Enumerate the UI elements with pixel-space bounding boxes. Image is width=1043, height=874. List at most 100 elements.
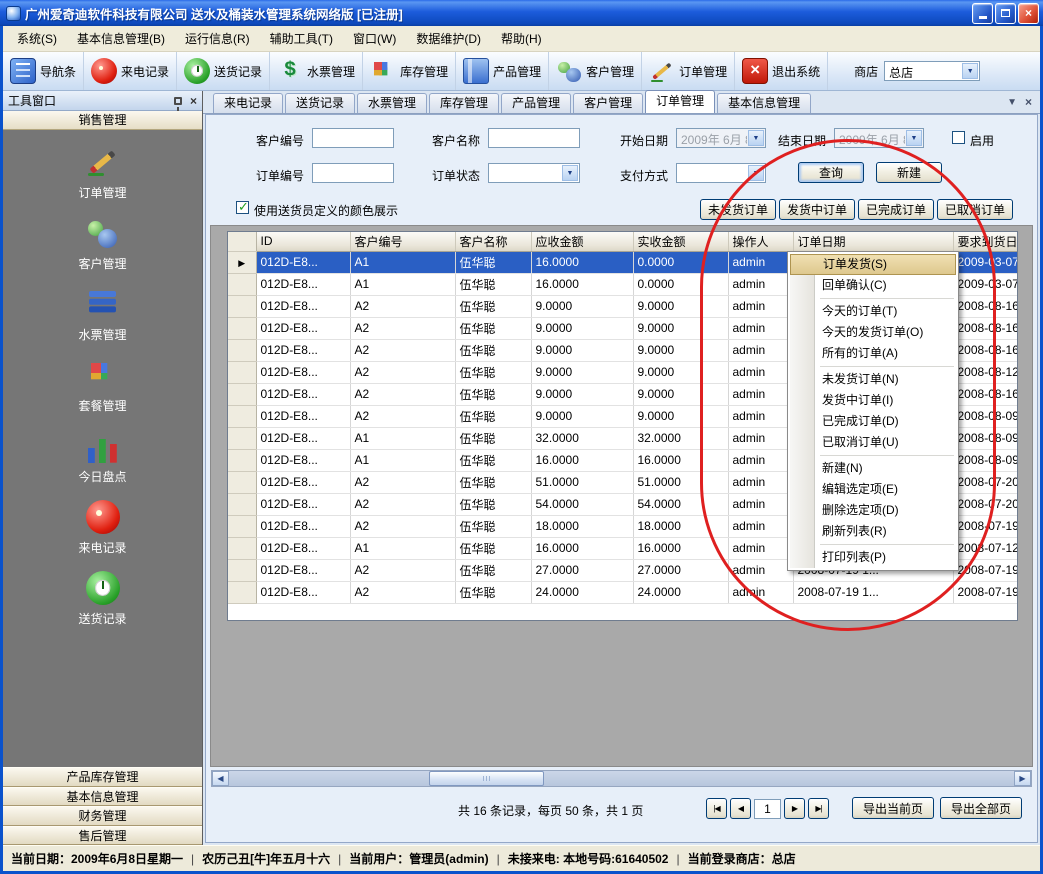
row-selector[interactable] xyxy=(228,339,256,361)
row-selector[interactable] xyxy=(228,251,256,273)
menu-item[interactable]: 窗口(W) xyxy=(343,26,406,51)
table-row[interactable]: 012D-E8... A2 伍华聪 24.0000 24.0000 admin … xyxy=(228,581,1018,603)
toolbar-button[interactable]: 水票管理 xyxy=(270,52,363,90)
context-menu-item[interactable]: 所有的订单(A) xyxy=(790,343,956,364)
sales-section-header[interactable]: 销售管理 xyxy=(3,111,202,130)
export-all-button[interactable]: 导出全部页 xyxy=(940,797,1022,819)
row-selector[interactable] xyxy=(228,493,256,515)
status-filter-button[interactable]: 未发货订单 xyxy=(700,199,776,220)
row-selector[interactable] xyxy=(228,427,256,449)
menu-item[interactable]: 基本信息管理(B) xyxy=(67,26,175,51)
scroll-right-button[interactable]: ▶ xyxy=(1014,771,1031,786)
sidebar-item[interactable]: 订单管理 xyxy=(3,145,202,201)
tab[interactable]: 基本信息管理 xyxy=(717,93,811,113)
context-menu-item[interactable]: 今天的发货订单(O) xyxy=(790,322,956,343)
start-date-picker[interactable]: 2009年 6月 8日 ▼ xyxy=(676,128,766,148)
sidebar-item[interactable]: 来电记录 xyxy=(3,500,202,556)
export-current-button[interactable]: 导出当前页 xyxy=(852,797,934,819)
status-filter-button[interactable]: 发货中订单 xyxy=(779,199,855,220)
context-menu-item[interactable]: 发货中订单(I) xyxy=(790,390,956,411)
column-header[interactable]: 应收金额 xyxy=(531,232,633,251)
tab[interactable]: 水票管理 xyxy=(357,93,427,113)
status-filter-button[interactable]: 已取消订单 xyxy=(937,199,1013,220)
column-header[interactable]: 客户名称 xyxy=(455,232,531,251)
row-selector[interactable] xyxy=(228,361,256,383)
sidebar-item[interactable]: 套餐管理 xyxy=(3,358,202,414)
column-header[interactable]: ID xyxy=(256,232,350,251)
last-page-button[interactable]: ▶| xyxy=(808,798,829,819)
store-select[interactable]: 总店 ▼ xyxy=(884,61,980,81)
row-selector[interactable] xyxy=(228,471,256,493)
menu-item[interactable]: 帮助(H) xyxy=(491,26,552,51)
tab[interactable]: 送货记录 xyxy=(285,93,355,113)
tab[interactable]: 产品管理 xyxy=(501,93,571,113)
context-menu-item[interactable]: 新建(N) xyxy=(790,458,956,479)
toolbar-button[interactable]: 送货记录 xyxy=(177,52,270,90)
sidebar-item[interactable]: 今日盘点 xyxy=(3,429,202,485)
row-selector[interactable] xyxy=(228,295,256,317)
column-header[interactable]: 实收金额 xyxy=(633,232,728,251)
toolbar-button[interactable]: 来电记录 xyxy=(84,52,177,90)
scroll-left-button[interactable]: ◀ xyxy=(212,771,229,786)
sidebar-section-bar[interactable]: 基本信息管理 xyxy=(3,787,202,807)
tab[interactable]: 订单管理 xyxy=(645,90,715,113)
context-menu-item[interactable]: 今天的订单(T) xyxy=(790,301,956,322)
pay-method-select[interactable]: ▼ xyxy=(676,163,766,183)
status-filter-button[interactable]: 已完成订单 xyxy=(858,199,934,220)
tab-close-icon[interactable]: × xyxy=(1025,95,1032,109)
row-selector[interactable] xyxy=(228,317,256,339)
row-selector[interactable] xyxy=(228,559,256,581)
context-menu-item[interactable]: 回单确认(C) xyxy=(790,275,956,296)
context-menu-item[interactable]: 订单发货(S) xyxy=(790,254,956,275)
scrollbar-thumb[interactable] xyxy=(429,771,544,786)
order-no-input[interactable] xyxy=(312,163,394,183)
order-status-select[interactable]: ▼ xyxy=(488,163,580,183)
context-menu-item[interactable]: 未发货订单(N) xyxy=(790,369,956,390)
tab[interactable]: 客户管理 xyxy=(573,93,643,113)
enable-date-checkbox[interactable] xyxy=(952,131,965,144)
minimize-button[interactable] xyxy=(972,3,993,24)
first-page-button[interactable]: |◀ xyxy=(706,798,727,819)
sidebar-item[interactable]: 送货记录 xyxy=(3,571,202,627)
sidebar-section-bar[interactable]: 财务管理 xyxy=(3,806,202,826)
toolbar-button[interactable]: 导航条 xyxy=(3,52,84,90)
tab-scroll-icon[interactable]: ▼ xyxy=(1007,97,1017,108)
menu-item[interactable]: 运行信息(R) xyxy=(175,26,260,51)
customer-name-input[interactable] xyxy=(488,128,580,148)
restore-button[interactable] xyxy=(995,3,1016,24)
row-selector[interactable] xyxy=(228,383,256,405)
menu-item[interactable]: 数据维护(D) xyxy=(406,26,491,51)
prev-page-button[interactable]: ◀ xyxy=(730,798,751,819)
toolbar-button[interactable]: 订单管理 xyxy=(642,52,735,90)
context-menu-item[interactable]: 打印列表(P) xyxy=(790,547,956,568)
sidebar-section-bar[interactable]: 产品库存管理 xyxy=(3,767,202,787)
end-date-picker[interactable]: 2009年 6月 8日 ▼ xyxy=(834,128,924,148)
page-number-input[interactable] xyxy=(754,799,781,819)
context-menu-item[interactable]: 已完成订单(D) xyxy=(790,411,956,432)
row-selector[interactable] xyxy=(228,273,256,295)
courier-color-checkbox[interactable] xyxy=(236,201,249,214)
row-selector[interactable] xyxy=(228,581,256,603)
menu-item[interactable]: 辅助工具(T) xyxy=(260,26,343,51)
scrollbar-track[interactable] xyxy=(229,771,1014,786)
query-button[interactable]: 查询 xyxy=(798,162,864,183)
next-page-button[interactable]: ▶ xyxy=(784,798,805,819)
row-selector[interactable] xyxy=(228,449,256,471)
new-button[interactable]: 新建 xyxy=(876,162,942,183)
context-menu-item[interactable]: 删除选定项(D) xyxy=(790,500,956,521)
close-button[interactable]: × xyxy=(1018,3,1039,24)
row-selector[interactable] xyxy=(228,405,256,427)
customer-no-input[interactable] xyxy=(312,128,394,148)
sidebar-close-icon[interactable]: × xyxy=(190,94,197,108)
column-header[interactable]: 客户编号 xyxy=(350,232,455,251)
column-header[interactable]: 订单日期 xyxy=(793,232,953,251)
row-selector[interactable] xyxy=(228,537,256,559)
tab[interactable]: 库存管理 xyxy=(429,93,499,113)
sidebar-item[interactable]: 水票管理 xyxy=(3,287,202,343)
column-header[interactable]: 要求到货日期 xyxy=(953,232,1018,251)
sidebar-section-bar[interactable]: 售后管理 xyxy=(3,826,202,846)
tab[interactable]: 来电记录 xyxy=(213,93,283,113)
context-menu-item[interactable]: 已取消订单(U) xyxy=(790,432,956,453)
context-menu-item[interactable]: 编辑选定项(E) xyxy=(790,479,956,500)
toolbar-button[interactable]: 库存管理 xyxy=(363,52,456,90)
